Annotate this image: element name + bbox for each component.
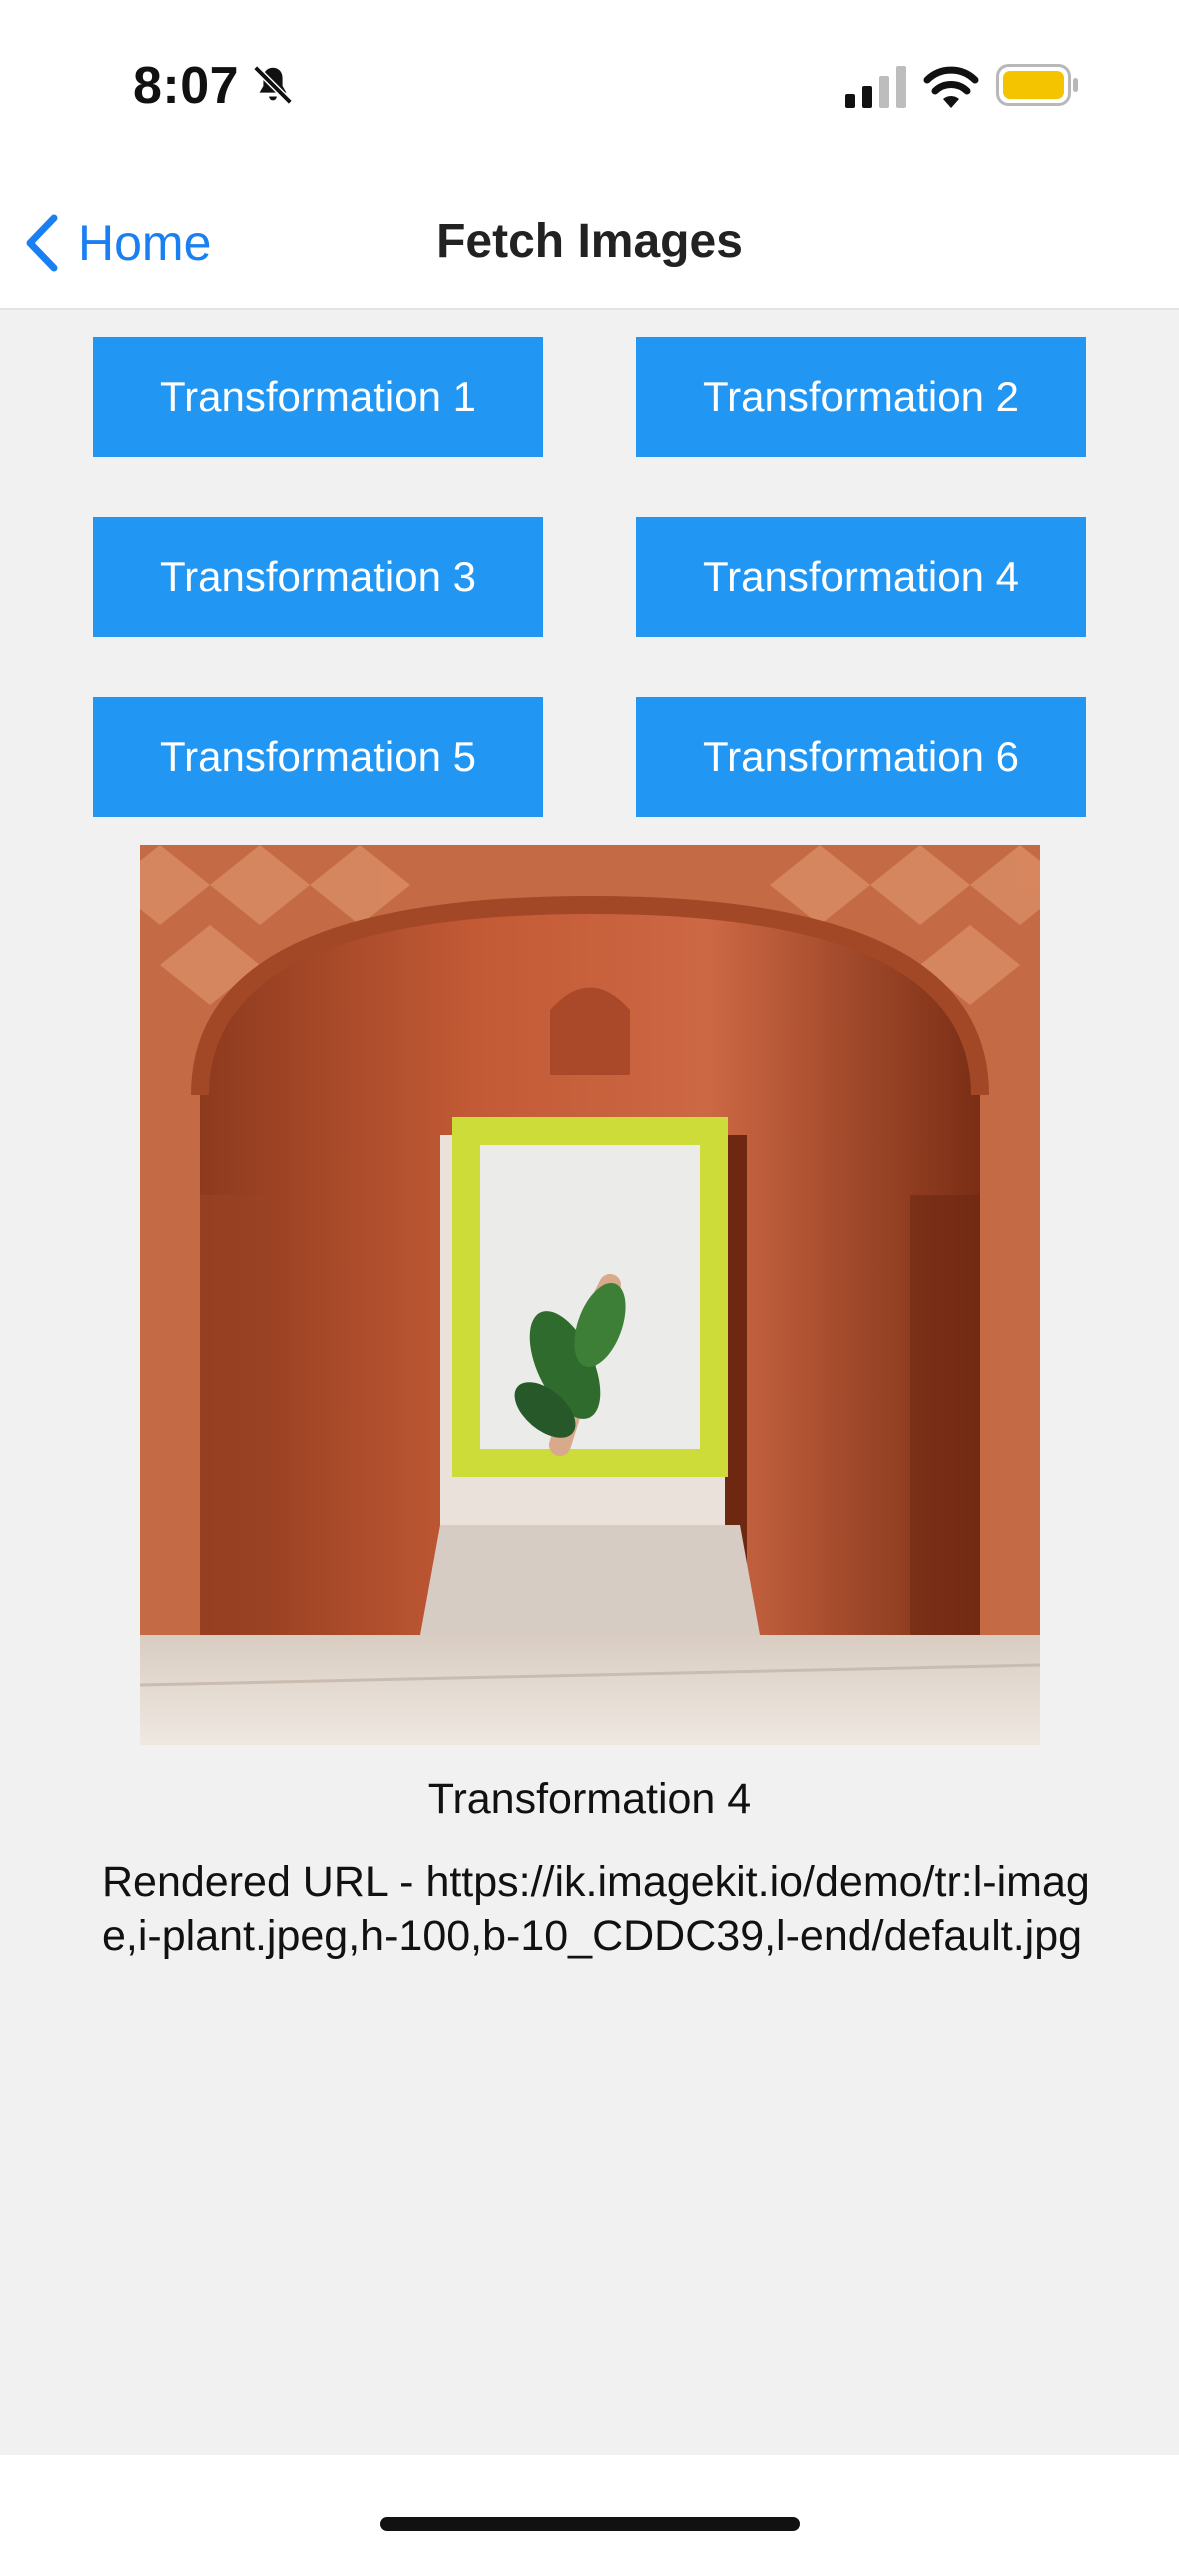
bottom-safe-area: [0, 2455, 1179, 2556]
home-indicator[interactable]: [380, 2517, 800, 2531]
status-time: 8:07: [133, 57, 240, 115]
transformation-1-button[interactable]: Transformation 1: [93, 337, 543, 457]
transformation-3-button[interactable]: Transformation 3: [93, 517, 543, 637]
page-title: Fetch Images: [436, 215, 743, 268]
transformation-2-button[interactable]: Transformation 2: [636, 337, 1086, 457]
transformation-6-button[interactable]: Transformation 6: [636, 697, 1086, 817]
bell-slash-icon: [253, 65, 293, 105]
battery-icon: [996, 64, 1078, 106]
status-bar: 8:07: [0, 0, 1179, 170]
transformation-5-button[interactable]: Transformation 5: [93, 697, 543, 817]
rendered-url-text: Rendered URL - https://ik.imagekit.io/de…: [102, 1858, 1090, 1960]
transformation-4-button[interactable]: Transformation 4: [636, 517, 1086, 637]
transformed-image: [140, 845, 1040, 1745]
image-caption: Transformation 4: [427, 1775, 752, 1823]
content-area: Transformation 1 Transformation 2 Transf…: [0, 310, 1179, 2455]
wifi-icon: [923, 66, 979, 108]
navigation-bar: Home Fetch Images: [0, 170, 1179, 310]
cellular-signal-icon: [845, 66, 906, 108]
